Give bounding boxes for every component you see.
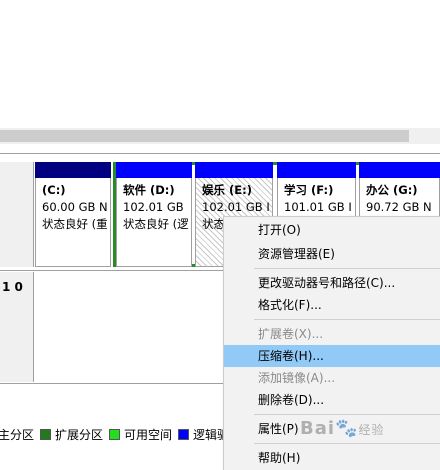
volume-size: 60.00 GB N — [42, 200, 108, 214]
menu-item-open[interactable]: 打开(O) — [224, 219, 440, 241]
menu-separator — [254, 443, 440, 444]
volume-bar — [195, 162, 273, 178]
disk-0-label[interactable] — [0, 162, 34, 267]
menu-item-extend-volume[interactable]: 扩展卷(X)... — [224, 323, 440, 345]
horizontal-scrollbar[interactable] — [0, 128, 440, 144]
legend-label: 扩展分区 — [55, 428, 104, 442]
legend-swatch-logical — [178, 429, 190, 440]
menu-item-change-drive-letter[interactable]: 更改驱动器号和路径(C)... — [224, 272, 440, 294]
legend-swatch-free — [109, 429, 121, 440]
watermark-suffix: 经验 — [358, 423, 385, 437]
watermark-brand: Bai — [300, 418, 336, 439]
disk-1-label[interactable]: 1 0 — [0, 272, 34, 382]
menu-item-delete-volume[interactable]: 删除卷(D)... — [224, 389, 440, 411]
volume-bar — [277, 162, 356, 178]
menu-item-explorer[interactable]: 资源管理器(E) — [224, 243, 440, 265]
menu-item-help[interactable]: 帮助(H) — [224, 447, 440, 469]
menu-separator — [254, 268, 440, 269]
legend-swatch-extended — [40, 429, 52, 440]
volume-d[interactable]: 软件 (D:) 102.01 GB 状态良好 (逻 — [116, 162, 192, 267]
volume-size: 102.01 GB — [123, 200, 184, 214]
legend-label: 主分区 — [0, 428, 35, 442]
volume-title: 学习 (F:) — [284, 183, 334, 197]
legend-label: 可用空间 — [124, 428, 173, 442]
volume-title: 软件 (D:) — [123, 183, 175, 197]
volume-status: 状态良好 (重 — [42, 217, 108, 231]
menu-item-add-mirror[interactable]: 添加镜像(A)... — [224, 367, 440, 389]
volume-c[interactable]: (C:) 60.00 GB N 状态良好 (重 — [35, 162, 111, 267]
volume-title: 娱乐 (E:) — [202, 183, 252, 197]
divider — [0, 153, 440, 154]
volume-title: (C:) — [42, 183, 66, 197]
legend: 主分区 扩展分区 可用空间 逻辑驱 — [0, 426, 229, 443]
menu-item-format[interactable]: 格式化(F)... — [224, 294, 440, 316]
volume-size: 101.01 GB I — [284, 200, 352, 214]
volume-title: 办公 (G:) — [366, 183, 418, 197]
menu-separator — [254, 414, 440, 415]
menu-item-shrink-volume[interactable]: 压缩卷(H)... — [224, 345, 440, 367]
watermark: Bai🐾经验 — [300, 418, 384, 439]
volume-status: 状态良好 (逻 — [123, 217, 189, 231]
volume-bar — [35, 162, 111, 178]
volume-size: 90.72 GB N — [366, 200, 432, 214]
disk-number: 1 0 — [2, 280, 23, 294]
scrollbar-thumb[interactable] — [0, 130, 409, 142]
volume-bar — [116, 162, 192, 178]
volume-size: 102.01 GB I — [202, 200, 270, 214]
menu-separator — [254, 319, 440, 320]
volume-bar — [359, 162, 440, 178]
paw-icon: 🐾 — [335, 418, 359, 439]
